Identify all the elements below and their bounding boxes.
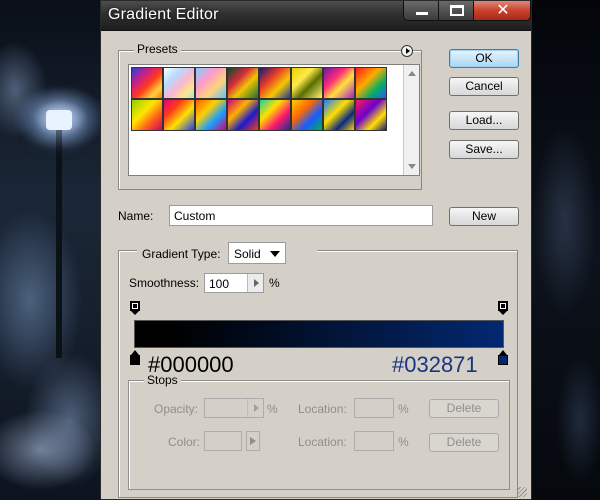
opacity-delete-button[interactable]: Delete [429, 399, 499, 418]
preset-gradient-16[interactable] [355, 99, 387, 131]
gradient-editor-dialog: Gradient Editor ✕ Presets OK Cancel Load… [100, 0, 532, 500]
preset-gradient-6[interactable] [291, 67, 323, 99]
color-label: Color: [168, 435, 201, 449]
color-location-percent: % [398, 435, 409, 449]
minimize-icon [416, 12, 428, 15]
opacity-stop-icon [130, 301, 140, 311]
gradient-type-select[interactable]: Solid [228, 242, 286, 264]
color-location-label: Location: [298, 435, 347, 449]
street-lamp-light [46, 110, 72, 130]
gradient-preview-bar[interactable] [134, 320, 504, 348]
opacity-stop-left[interactable] [130, 301, 140, 315]
title-bar[interactable]: Gradient Editor ✕ [101, 1, 531, 31]
maximize-button[interactable] [438, 1, 474, 21]
opacity-stepper-icon[interactable] [247, 399, 263, 417]
end-color-hex: #032871 [392, 352, 478, 377]
stops-label: Stops [144, 373, 181, 387]
preset-gradient-1[interactable] [131, 67, 163, 99]
close-icon: ✕ [496, 2, 510, 19]
presets-scrollbar[interactable] [403, 65, 419, 175]
color-menu-arrow-icon[interactable] [246, 431, 260, 451]
lamp-post [56, 128, 62, 358]
snowy-night-scene-right [520, 0, 600, 500]
color-stop-icon [130, 355, 140, 365]
scroll-up-icon[interactable] [408, 71, 416, 76]
cancel-button[interactable]: Cancel [449, 77, 519, 96]
save-button[interactable]: Save... [449, 140, 519, 159]
snow-bank [0, 390, 110, 500]
preset-gradient-10[interactable] [163, 99, 195, 131]
opacity-location-label: Location: [298, 402, 347, 416]
scroll-down-icon[interactable] [408, 164, 416, 169]
stop-color-swatch[interactable] [204, 431, 242, 451]
ok-button[interactable]: OK [449, 49, 519, 68]
preset-gradient-15[interactable] [323, 99, 355, 131]
presets-swatch-panel [128, 64, 420, 176]
preset-gradient-5[interactable] [259, 67, 291, 99]
opacity-location-percent: % [398, 402, 409, 416]
preset-gradient-2[interactable] [163, 67, 195, 99]
presets-menu-icon[interactable] [401, 45, 413, 57]
gradient-type-value: Solid [234, 247, 261, 261]
preset-gradient-4[interactable] [227, 67, 259, 99]
preset-gradient-7[interactable] [323, 67, 355, 99]
stop-pointer [131, 311, 139, 315]
gradient-type-label: Gradient Type: [142, 247, 221, 261]
color-location-input[interactable] [354, 431, 394, 451]
name-input[interactable] [169, 205, 433, 226]
preset-gradient-8[interactable] [355, 67, 387, 99]
preset-gradient-3[interactable] [195, 67, 227, 99]
load-button[interactable]: Load... [449, 111, 519, 130]
presets-label: Presets [134, 42, 181, 56]
smoothness-input[interactable]: 100 [204, 273, 264, 293]
window-title: Gradient Editor [108, 6, 219, 23]
opacity-stop-icon [498, 301, 508, 311]
close-button[interactable]: ✕ [473, 1, 531, 21]
color-delete-button[interactable]: Delete [429, 433, 499, 452]
opacity-label: Opacity: [154, 402, 199, 416]
preset-gradient-14[interactable] [291, 99, 323, 131]
color-stop-right[interactable] [498, 350, 508, 366]
swatch-grid [131, 67, 391, 131]
smoothness-percent: % [269, 276, 280, 290]
chevron-down-icon [270, 251, 280, 257]
preset-gradient-12[interactable] [227, 99, 259, 131]
minimize-button[interactable] [403, 1, 439, 21]
opacity-location-input[interactable] [354, 398, 394, 418]
color-stop-left[interactable] [130, 350, 140, 366]
opacity-input[interactable] [204, 398, 264, 418]
smoothness-stepper-icon[interactable] [247, 274, 263, 292]
opacity-stop-right[interactable] [498, 301, 508, 315]
smoothness-label: Smoothness: [129, 276, 200, 290]
dialog-content: Presets OK Cancel Load... Save... Name: … [101, 32, 531, 500]
new-button[interactable]: New [449, 207, 519, 226]
opacity-percent: % [267, 402, 278, 416]
resize-grip-icon[interactable] [517, 487, 527, 497]
smoothness-value: 100 [209, 277, 230, 291]
preset-gradient-11[interactable] [195, 99, 227, 131]
preset-gradient-13[interactable] [259, 99, 291, 131]
color-stop-icon [498, 355, 508, 365]
maximize-icon [450, 5, 464, 16]
name-label: Name: [118, 209, 154, 223]
stop-pointer [499, 311, 507, 315]
preset-gradient-9[interactable] [131, 99, 163, 131]
